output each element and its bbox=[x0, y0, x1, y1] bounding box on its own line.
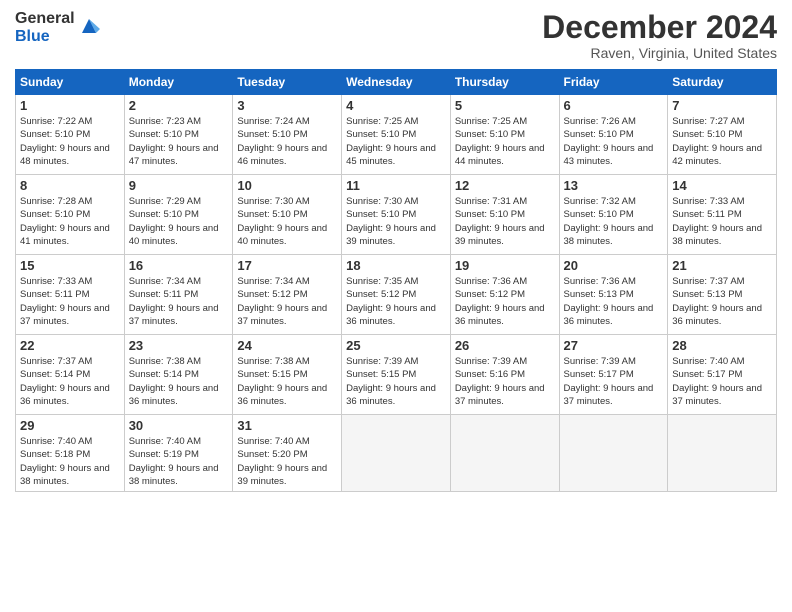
logo: General Blue bbox=[15, 10, 100, 47]
table-row: 18Sunrise: 7:35 AMSunset: 5:12 PMDayligh… bbox=[342, 255, 451, 335]
table-row: 8Sunrise: 7:28 AMSunset: 5:10 PMDaylight… bbox=[16, 175, 125, 255]
table-row: 30Sunrise: 7:40 AMSunset: 5:19 PMDayligh… bbox=[124, 415, 233, 492]
table-row bbox=[342, 415, 451, 492]
table-row: 29Sunrise: 7:40 AMSunset: 5:18 PMDayligh… bbox=[16, 415, 125, 492]
table-row: 20Sunrise: 7:36 AMSunset: 5:13 PMDayligh… bbox=[559, 255, 668, 335]
table-row: 3Sunrise: 7:24 AMSunset: 5:10 PMDaylight… bbox=[233, 95, 342, 175]
col-wednesday: Wednesday bbox=[342, 70, 451, 95]
table-row bbox=[668, 415, 777, 492]
col-saturday: Saturday bbox=[668, 70, 777, 95]
col-tuesday: Tuesday bbox=[233, 70, 342, 95]
col-sunday: Sunday bbox=[16, 70, 125, 95]
table-row: 10Sunrise: 7:30 AMSunset: 5:10 PMDayligh… bbox=[233, 175, 342, 255]
title-area: December 2024 Raven, Virginia, United St… bbox=[542, 10, 777, 61]
col-thursday: Thursday bbox=[450, 70, 559, 95]
table-row bbox=[450, 415, 559, 492]
table-row: 16Sunrise: 7:34 AMSunset: 5:11 PMDayligh… bbox=[124, 255, 233, 335]
table-row: 11Sunrise: 7:30 AMSunset: 5:10 PMDayligh… bbox=[342, 175, 451, 255]
table-row: 6Sunrise: 7:26 AMSunset: 5:10 PMDaylight… bbox=[559, 95, 668, 175]
table-row: 17Sunrise: 7:34 AMSunset: 5:12 PMDayligh… bbox=[233, 255, 342, 335]
logo-blue: Blue bbox=[15, 28, 75, 46]
logo-icon bbox=[78, 15, 100, 37]
table-row: 21Sunrise: 7:37 AMSunset: 5:13 PMDayligh… bbox=[668, 255, 777, 335]
logo-general: General bbox=[15, 10, 75, 28]
table-row: 23Sunrise: 7:38 AMSunset: 5:14 PMDayligh… bbox=[124, 335, 233, 415]
location: Raven, Virginia, United States bbox=[542, 45, 777, 61]
table-row: 9Sunrise: 7:29 AMSunset: 5:10 PMDaylight… bbox=[124, 175, 233, 255]
month-title: December 2024 bbox=[542, 10, 777, 45]
col-monday: Monday bbox=[124, 70, 233, 95]
table-row: 7Sunrise: 7:27 AMSunset: 5:10 PMDaylight… bbox=[668, 95, 777, 175]
table-row: 19Sunrise: 7:36 AMSunset: 5:12 PMDayligh… bbox=[450, 255, 559, 335]
header: General Blue December 2024 Raven, Virgin… bbox=[15, 10, 777, 61]
table-row: 2Sunrise: 7:23 AMSunset: 5:10 PMDaylight… bbox=[124, 95, 233, 175]
table-row: 5Sunrise: 7:25 AMSunset: 5:10 PMDaylight… bbox=[450, 95, 559, 175]
table-row: 22Sunrise: 7:37 AMSunset: 5:14 PMDayligh… bbox=[16, 335, 125, 415]
table-row: 24Sunrise: 7:38 AMSunset: 5:15 PMDayligh… bbox=[233, 335, 342, 415]
table-row bbox=[559, 415, 668, 492]
calendar-header-row: Sunday Monday Tuesday Wednesday Thursday… bbox=[16, 70, 777, 95]
table-row: 26Sunrise: 7:39 AMSunset: 5:16 PMDayligh… bbox=[450, 335, 559, 415]
table-row: 15Sunrise: 7:33 AMSunset: 5:11 PMDayligh… bbox=[16, 255, 125, 335]
table-row: 1Sunrise: 7:22 AMSunset: 5:10 PMDaylight… bbox=[16, 95, 125, 175]
table-row: 27Sunrise: 7:39 AMSunset: 5:17 PMDayligh… bbox=[559, 335, 668, 415]
calendar-table: Sunday Monday Tuesday Wednesday Thursday… bbox=[15, 69, 777, 492]
table-row: 28Sunrise: 7:40 AMSunset: 5:17 PMDayligh… bbox=[668, 335, 777, 415]
table-row: 25Sunrise: 7:39 AMSunset: 5:15 PMDayligh… bbox=[342, 335, 451, 415]
page-container: General Blue December 2024 Raven, Virgin… bbox=[0, 0, 792, 612]
table-row: 12Sunrise: 7:31 AMSunset: 5:10 PMDayligh… bbox=[450, 175, 559, 255]
table-row: 31Sunrise: 7:40 AMSunset: 5:20 PMDayligh… bbox=[233, 415, 342, 492]
table-row: 4Sunrise: 7:25 AMSunset: 5:10 PMDaylight… bbox=[342, 95, 451, 175]
col-friday: Friday bbox=[559, 70, 668, 95]
table-row: 13Sunrise: 7:32 AMSunset: 5:10 PMDayligh… bbox=[559, 175, 668, 255]
table-row: 14Sunrise: 7:33 AMSunset: 5:11 PMDayligh… bbox=[668, 175, 777, 255]
